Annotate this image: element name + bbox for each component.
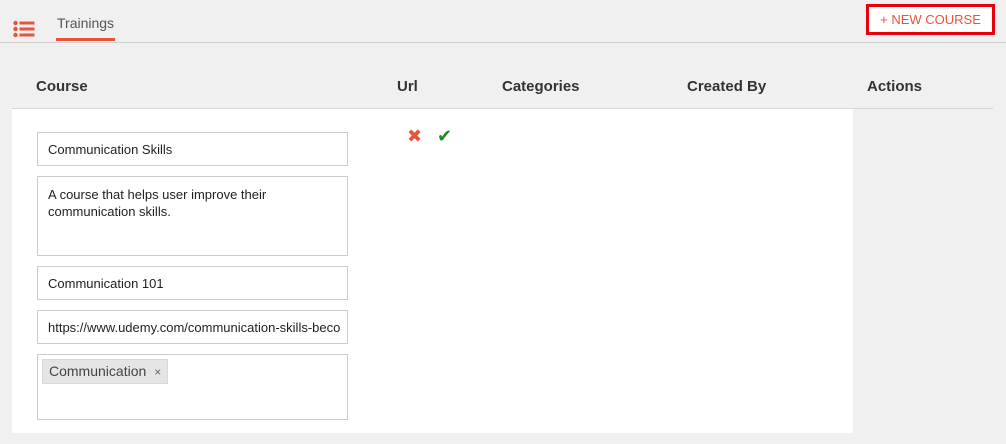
remove-tag-icon[interactable]: × [154, 365, 161, 379]
categories-input[interactable]: Communication × [37, 354, 348, 420]
column-header-created-by: Created By [687, 78, 767, 95]
course-name-input[interactable]: Communication Skills [37, 132, 348, 166]
course-url-input[interactable]: https://www.udemy.com/communication-skil… [37, 310, 348, 344]
tab-trainings[interactable]: Trainings [57, 15, 114, 31]
new-course-button[interactable]: + NEW COURSE [866, 4, 995, 35]
column-header-actions: Actions [867, 78, 923, 95]
course-description-textarea[interactable]: A course that helps user improve their c… [37, 176, 348, 256]
column-header-categories: Categories [502, 78, 580, 95]
list-menu-icon[interactable] [13, 20, 35, 38]
confirm-icon[interactable]: ✔ [437, 126, 452, 147]
cancel-icon[interactable]: ✖ [407, 126, 422, 147]
table-header: Course Url Categories Created By Actions [12, 64, 993, 109]
category-tag: Communication × [42, 359, 169, 384]
course-code-input[interactable]: Communication 101 [37, 266, 348, 300]
category-tag-label: Communication [49, 363, 147, 379]
column-header-course: Course [36, 78, 88, 95]
top-bar: Trainings + NEW COURSE [0, 0, 1006, 43]
active-tab-indicator [56, 38, 115, 41]
column-header-url: Url [397, 78, 418, 95]
